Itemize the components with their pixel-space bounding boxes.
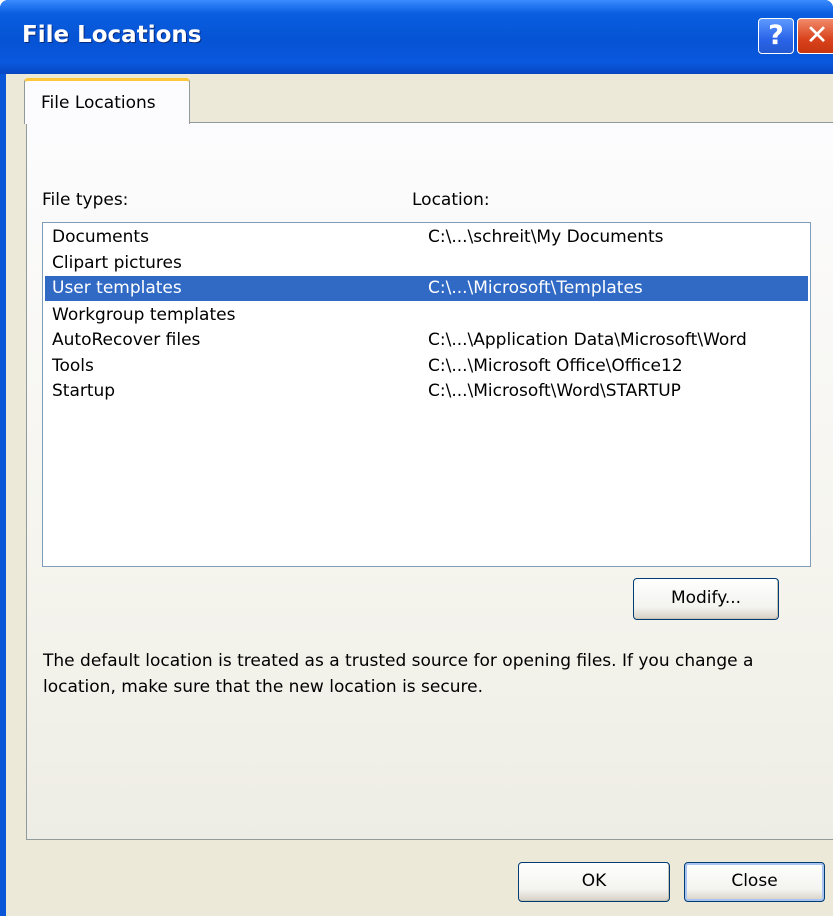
list-item-documents[interactable]: Documents C:\...\schreit\My Documents — [45, 225, 808, 250]
modify-button[interactable]: Modify... — [633, 578, 779, 620]
tab-file-locations[interactable]: File Locations — [24, 78, 190, 124]
title-bar[interactable]: File Locations ? ✕ — [0, 0, 833, 74]
list-item-autorecover-files[interactable]: AutoRecover files C:\...\Application Dat… — [45, 328, 808, 353]
file-locations-list[interactable]: Documents C:\...\schreit\My Documents Cl… — [42, 222, 811, 567]
file-type-name: Workgroup templates — [52, 305, 236, 325]
file-types-label: File types: — [42, 190, 129, 210]
trusted-location-note: The default location is treated as a tru… — [43, 651, 754, 697]
file-type-name: Tools — [52, 356, 94, 376]
close-button[interactable]: Close — [684, 862, 825, 902]
file-type-location: C:\...\schreit\My Documents — [428, 227, 664, 247]
file-type-name: AutoRecover files — [52, 330, 201, 350]
file-type-name: Documents — [52, 227, 149, 247]
list-item-user-templates[interactable]: User templates C:\...\Microsoft\Template… — [45, 276, 808, 301]
file-type-location: C:\...\Application Data\Microsoft\Word — [428, 330, 747, 350]
list-item-startup[interactable]: Startup C:\...\Microsoft\Word\STARTUP — [45, 379, 808, 404]
dialog-title: File Locations — [22, 22, 202, 48]
help-button[interactable]: ? — [758, 18, 794, 54]
file-type-name: User templates — [52, 278, 182, 298]
tab-label: File Locations — [41, 93, 156, 113]
list-item-tools[interactable]: Tools C:\...\Microsoft Office\Office12 — [45, 354, 808, 379]
file-type-name: Clipart pictures — [52, 253, 182, 273]
file-type-name: Startup — [52, 381, 116, 401]
list-item-clipart-pictures[interactable]: Clipart pictures — [45, 251, 808, 276]
file-type-location: C:\...\Microsoft\Word\STARTUP — [428, 381, 681, 401]
list-item-workgroup-templates[interactable]: Workgroup templates — [45, 303, 808, 328]
ok-button[interactable]: OK — [518, 862, 670, 902]
file-type-location: C:\...\Microsoft\Templates — [428, 278, 643, 298]
close-window-button[interactable]: ✕ — [797, 18, 833, 54]
location-label: Location: — [412, 190, 490, 210]
file-type-location: C:\...\Microsoft Office\Office12 — [428, 356, 683, 376]
dialog-window: File Locations ? ✕ File Locations File t… — [0, 0, 833, 916]
